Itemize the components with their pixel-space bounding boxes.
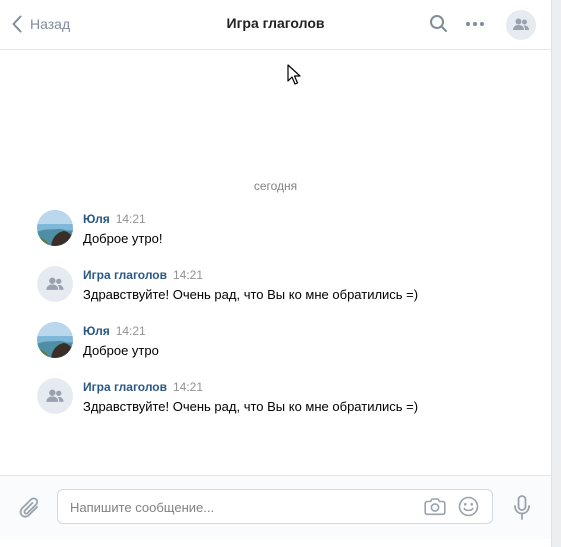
message-input-box bbox=[57, 489, 493, 524]
chat-header: Назад Игра глаголов bbox=[0, 0, 551, 50]
search-icon[interactable] bbox=[429, 14, 449, 34]
message-composer bbox=[0, 475, 551, 539]
message-header: Игра глаголов 14:21 bbox=[83, 268, 203, 282]
message-author[interactable]: Юля bbox=[83, 324, 110, 338]
message-item: Юля 14:21 Доброе утро bbox=[37, 322, 537, 362]
users-icon bbox=[513, 18, 529, 30]
message-text: Здравствуйте! Очень рад, что Вы ко мне о… bbox=[83, 399, 419, 414]
message-item: Игра глаголов 14:21 Здравствуйте! Очень р… bbox=[37, 266, 537, 306]
profile-photo bbox=[37, 322, 73, 358]
avatar[interactable] bbox=[37, 378, 73, 414]
message-time: 14:21 bbox=[115, 212, 146, 226]
message-input[interactable] bbox=[70, 498, 410, 516]
more-horizontal-icon[interactable] bbox=[465, 16, 485, 32]
chat-avatar[interactable] bbox=[506, 10, 536, 40]
message-header: Юля 14:21 bbox=[83, 324, 146, 338]
message-text: Доброе утро! bbox=[83, 231, 163, 246]
message-time: 14:21 bbox=[173, 268, 204, 282]
message-item: Юля 14:21 Доброе утро! bbox=[37, 210, 537, 250]
mouse-cursor-icon bbox=[287, 64, 301, 85]
message-header: Игра глаголов 14:21 bbox=[83, 380, 203, 394]
microphone-icon[interactable] bbox=[513, 495, 531, 521]
message-author[interactable]: Игра глаголов bbox=[83, 268, 167, 282]
date-separator: сегодня bbox=[253, 179, 298, 193]
message-text: Здравствуйте! Очень рад, что Вы ко мне о… bbox=[83, 287, 419, 302]
chat-window: Назад Игра глаголов сегодня Юля 14:21 До… bbox=[0, 0, 552, 547]
users-icon bbox=[46, 277, 64, 290]
avatar[interactable] bbox=[37, 210, 73, 246]
paperclip-icon[interactable] bbox=[19, 496, 41, 520]
users-icon bbox=[46, 389, 64, 402]
message-item: Игра глаголов 14:21 Здравствуйте! Очень р… bbox=[37, 378, 537, 418]
message-text: Доброе утро bbox=[83, 343, 159, 358]
profile-photo bbox=[37, 210, 73, 246]
message-author[interactable]: Юля bbox=[83, 212, 110, 226]
avatar[interactable] bbox=[37, 266, 73, 302]
smile-icon[interactable] bbox=[458, 496, 479, 517]
message-time: 14:21 bbox=[173, 380, 204, 394]
camera-icon[interactable] bbox=[424, 497, 446, 516]
message-header: Юля 14:21 bbox=[83, 212, 146, 226]
avatar[interactable] bbox=[37, 322, 73, 358]
message-time: 14:21 bbox=[115, 324, 146, 338]
message-author[interactable]: Игра глаголов bbox=[83, 380, 167, 394]
